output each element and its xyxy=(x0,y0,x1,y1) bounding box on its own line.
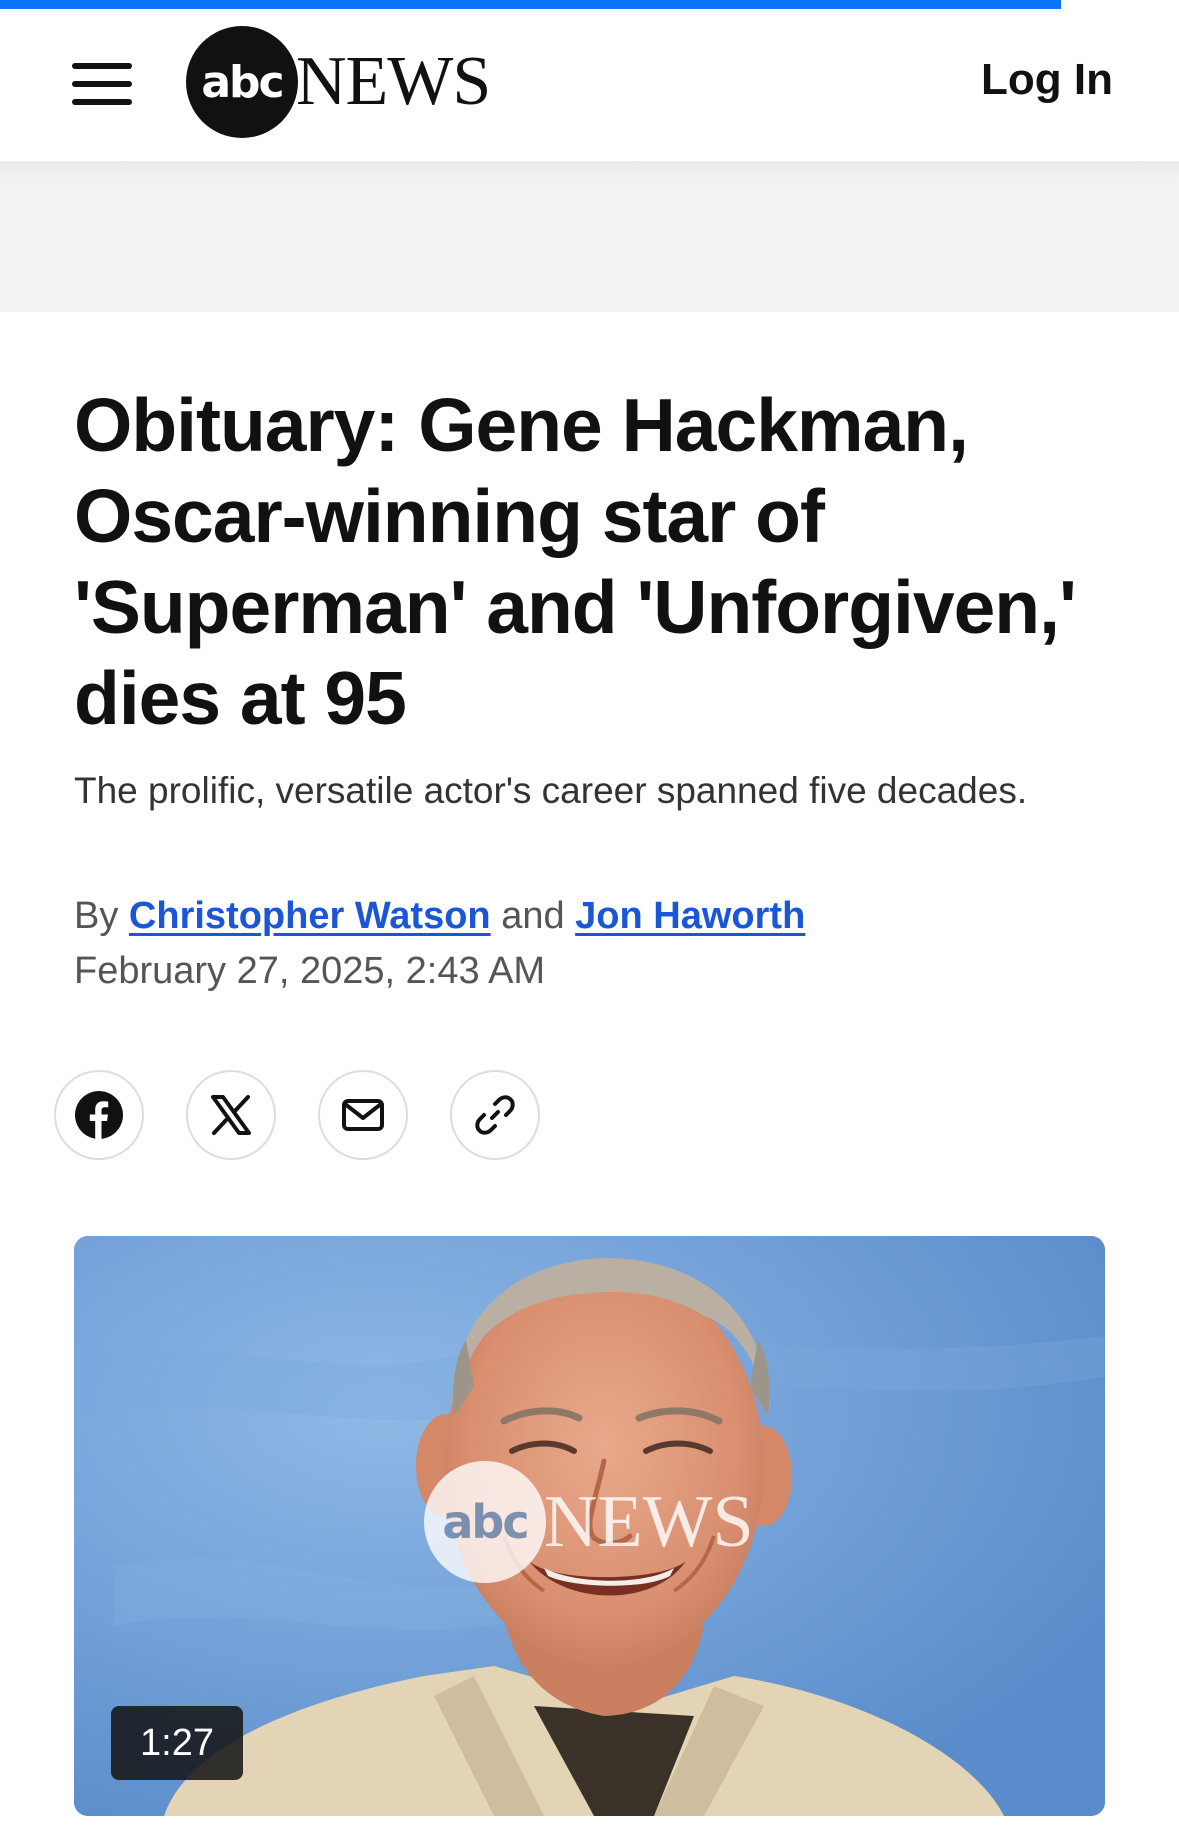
email-icon xyxy=(342,1099,384,1131)
reading-progress-bar xyxy=(0,0,1179,9)
abc-news-logo[interactable]: abc NEWS xyxy=(186,25,491,139)
hamburger-menu-icon[interactable] xyxy=(72,61,134,107)
share-facebook-button[interactable] xyxy=(54,1070,144,1160)
publish-date: February 27, 2025, 2:43 AM xyxy=(74,950,546,992)
abc-logo-mark: abc xyxy=(186,26,298,138)
article-headline: Obituary: Gene Hackman, Oscar-winning st… xyxy=(74,383,1077,740)
byline-conjunction: and xyxy=(501,895,565,937)
facebook-icon xyxy=(75,1091,123,1139)
byline-prefix: By xyxy=(74,895,119,937)
share-email-button[interactable] xyxy=(318,1070,408,1160)
author-link-jon-haworth[interactable]: Jon Haworth xyxy=(575,895,805,937)
author-link-christopher-watson[interactable]: Christopher Watson xyxy=(129,895,491,937)
link-icon xyxy=(475,1095,515,1135)
watermark-mark: abc xyxy=(424,1461,546,1583)
ad-placeholder xyxy=(0,161,1179,312)
watermark-wordmark: NEWS xyxy=(544,1480,754,1563)
byline: By Christopher Watson and Jon Haworth xyxy=(74,895,805,938)
site-header: abc NEWS Log In xyxy=(0,9,1179,161)
login-button[interactable]: Log In xyxy=(981,55,1113,105)
share-x-button[interactable] xyxy=(186,1070,276,1160)
x-icon xyxy=(211,1095,251,1135)
video-player[interactable]: abc NEWS 1:27 xyxy=(74,1236,1105,1816)
news-wordmark: NEWS xyxy=(296,43,491,120)
abc-news-watermark: abc NEWS xyxy=(424,1461,754,1583)
reading-progress-fill xyxy=(0,0,1062,9)
article-subhead: The prolific, versatile actor's career s… xyxy=(74,770,1028,811)
copy-link-button[interactable] xyxy=(450,1070,540,1160)
video-duration-badge: 1:27 xyxy=(111,1706,243,1780)
